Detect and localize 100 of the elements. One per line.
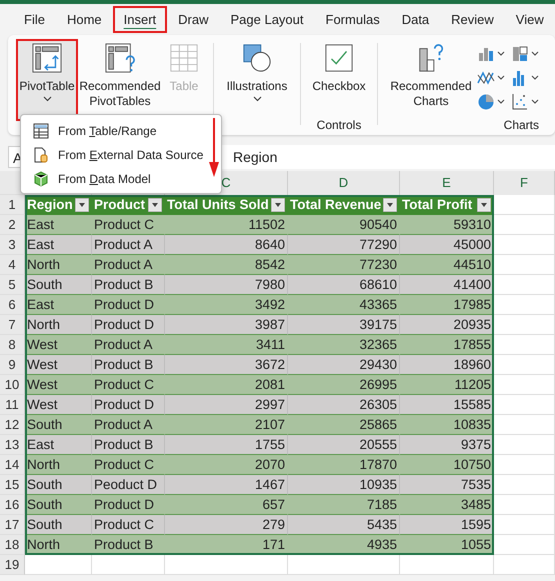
table-cell: 3492 bbox=[165, 295, 288, 315]
row-header[interactable]: 14 bbox=[0, 455, 25, 475]
table-cell: 4935 bbox=[288, 535, 400, 555]
row-header[interactable]: 13 bbox=[0, 435, 25, 455]
ribbon-tab[interactable]: File bbox=[13, 6, 56, 33]
table-cell: 5435 bbox=[288, 515, 400, 535]
table-cell: 10935 bbox=[288, 475, 400, 495]
table-cell: 90540 bbox=[288, 215, 400, 235]
column-header[interactable]: C bbox=[221, 175, 231, 190]
row-header[interactable]: 4 bbox=[0, 255, 25, 275]
table-cell: East bbox=[25, 235, 92, 255]
table-cell: South bbox=[25, 515, 92, 535]
column-header[interactable]: D bbox=[338, 175, 348, 190]
table-cell: 17985 bbox=[400, 295, 494, 315]
table-cell: 279 bbox=[165, 515, 288, 535]
column-chart-icon[interactable] bbox=[477, 45, 507, 63]
table-cell: Product C bbox=[92, 375, 165, 395]
scatter-chart-icon[interactable] bbox=[511, 93, 541, 111]
table-cell: 39175 bbox=[288, 315, 400, 335]
table-cell: 17870 bbox=[288, 455, 400, 475]
table-header-cell: Product bbox=[92, 195, 165, 215]
group-label: Controls bbox=[316, 118, 362, 134]
annotation-arrow bbox=[208, 118, 220, 178]
ribbon-tab[interactable]: Home bbox=[56, 6, 113, 33]
column-header[interactable]: E bbox=[442, 175, 451, 190]
row-header[interactable]: 15 bbox=[0, 475, 25, 495]
ribbon-tab[interactable]: Draw bbox=[167, 6, 220, 33]
table-cell: 10835 bbox=[400, 415, 494, 435]
table-cell: 3485 bbox=[400, 495, 494, 515]
row-header[interactable]: 19 bbox=[0, 555, 25, 575]
table-cell: North bbox=[25, 315, 92, 335]
row-header[interactable]: 18 bbox=[0, 535, 25, 555]
table-cell: 2081 bbox=[165, 375, 288, 395]
row-header[interactable]: 7 bbox=[0, 315, 25, 335]
row-header[interactable]: 3 bbox=[0, 235, 25, 255]
column-header[interactable]: F bbox=[520, 175, 528, 190]
row-header[interactable]: 10 bbox=[0, 375, 25, 395]
row-header[interactable]: 11 bbox=[0, 395, 25, 415]
table-cell: East bbox=[25, 435, 92, 455]
table-cell: 45000 bbox=[400, 235, 494, 255]
menu-item[interactable]: From Table/Range bbox=[58, 124, 157, 138]
table-cell: 59310 bbox=[400, 215, 494, 235]
menu-item[interactable]: From Data Model bbox=[58, 172, 151, 186]
row-header[interactable]: 6 bbox=[0, 295, 25, 315]
ribbon-button[interactable]: Recommended Charts bbox=[385, 39, 477, 113]
table-cell: 7980 bbox=[165, 275, 288, 295]
table-cell: 20555 bbox=[288, 435, 400, 455]
statistic-chart-icon[interactable] bbox=[511, 69, 541, 87]
table-cell: 77290 bbox=[288, 235, 400, 255]
table-cell: West bbox=[25, 395, 92, 415]
row-header[interactable]: 5 bbox=[0, 275, 25, 295]
table-cell: 17855 bbox=[400, 335, 494, 355]
ribbon-button[interactable]: Checkbox bbox=[308, 39, 370, 98]
pie-chart-icon[interactable] bbox=[477, 93, 507, 111]
filter-dropdown-icon[interactable] bbox=[383, 198, 397, 212]
table-cell: 3411 bbox=[165, 335, 288, 355]
table-cell: Product B bbox=[92, 435, 165, 455]
table-header-cell: Total Revenue bbox=[288, 195, 400, 215]
ribbon-tab[interactable]: View bbox=[504, 6, 555, 33]
ribbon-tab[interactable]: Review bbox=[440, 6, 505, 33]
ribbon-tab[interactable]: Data bbox=[390, 6, 440, 33]
checkbox-icon bbox=[324, 43, 354, 73]
table-cell: Product D bbox=[92, 295, 165, 315]
row-header[interactable]: 17 bbox=[0, 515, 25, 535]
table-cell: Product B bbox=[92, 535, 165, 555]
table-cell: Product D bbox=[92, 495, 165, 515]
ribbon-button[interactable]: Illustrations bbox=[221, 39, 293, 106]
table-cell: 7535 bbox=[400, 475, 494, 495]
table-cell: East bbox=[25, 215, 92, 235]
table-cell: 8640 bbox=[165, 235, 288, 255]
filter-dropdown-icon[interactable] bbox=[477, 198, 491, 212]
table-cell: East bbox=[25, 295, 92, 315]
row-header[interactable]: 1 bbox=[0, 195, 25, 215]
table-cell: 1467 bbox=[165, 475, 288, 495]
ribbon-button[interactable]: Recommended PivotTables bbox=[78, 39, 162, 113]
menu-item[interactable]: From External Data Source bbox=[58, 148, 204, 162]
row-header[interactable]: 16 bbox=[0, 495, 25, 515]
ribbon-tab[interactable]: Formulas bbox=[314, 6, 391, 33]
hierarchy-chart-icon[interactable] bbox=[511, 45, 541, 63]
table-cell: 1595 bbox=[400, 515, 494, 535]
row-header[interactable]: 12 bbox=[0, 415, 25, 435]
row-header[interactable]: 9 bbox=[0, 355, 25, 375]
table-cell: 68610 bbox=[288, 275, 400, 295]
row-header[interactable]: 2 bbox=[0, 215, 25, 235]
shapes-icon bbox=[242, 43, 272, 73]
filter-dropdown-icon[interactable] bbox=[75, 198, 89, 212]
filter-dropdown-icon[interactable] bbox=[271, 198, 285, 212]
filter-dropdown-icon[interactable] bbox=[148, 198, 162, 212]
ribbon-button[interactable]: PivotTable bbox=[16, 39, 78, 121]
document-database-icon bbox=[33, 147, 49, 163]
table-cell: Peoduct D bbox=[92, 475, 165, 495]
table-cell: Product B bbox=[92, 275, 165, 295]
table-cell: 7185 bbox=[288, 495, 400, 515]
ribbon-tab[interactable]: Page Layout bbox=[220, 6, 315, 33]
ribbon-tab[interactable]: Insert bbox=[112, 6, 168, 33]
table-cell: 9375 bbox=[400, 435, 494, 455]
row-header[interactable]: 8 bbox=[0, 335, 25, 355]
table-cell: 43365 bbox=[288, 295, 400, 315]
line-chart-icon[interactable] bbox=[477, 69, 507, 87]
group-label: Charts bbox=[502, 118, 540, 134]
